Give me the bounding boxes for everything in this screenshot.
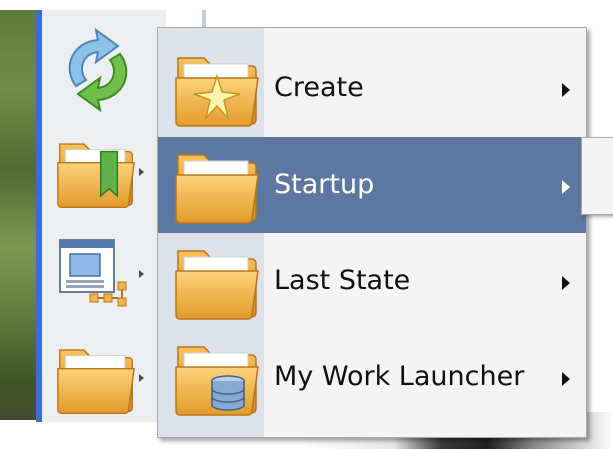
folder-icon [174,145,260,225]
vertical-toolbar [36,10,206,422]
folders-button[interactable] [56,336,146,420]
menu-item-label: Create [274,72,364,103]
folder-database-icon [174,337,260,417]
menu-item-startup[interactable]: Startup [158,137,586,233]
window-layout-icon [59,239,127,307]
menu-item-label: My Work Launcher [274,361,525,392]
menu-item-label: Startup [274,169,375,200]
submenu-arrow-icon [562,180,570,194]
dropdown-arrow-icon[interactable] [139,168,144,176]
desktop-wallpaper [0,0,40,449]
bookmarks-button[interactable] [56,130,146,214]
folder-icon [56,338,136,418]
refresh-icon [68,28,128,112]
menu-item-create[interactable]: Create [158,40,586,136]
menu-item-last-state[interactable]: Last State [158,233,586,329]
dropdown-arrow-icon[interactable] [139,374,144,382]
refresh-button[interactable] [56,28,146,112]
bookmark-folder-icon [56,132,136,212]
dropdown-arrow-icon[interactable] [139,270,144,278]
layout-button[interactable] [56,232,146,316]
top-strip [0,0,613,10]
folder-icon [174,241,260,321]
context-menu: Create Startup Last State My Work Launch… [157,27,587,438]
folder-star-icon [174,48,260,128]
submenu-arrow-icon [562,276,570,290]
menu-item-my-work-launcher[interactable]: My Work Launcher [158,329,586,425]
submenu-arrow-icon [562,83,570,97]
submenu-arrow-icon [562,372,570,386]
menu-item-label: Last State [274,265,411,296]
startup-submenu [581,137,613,215]
